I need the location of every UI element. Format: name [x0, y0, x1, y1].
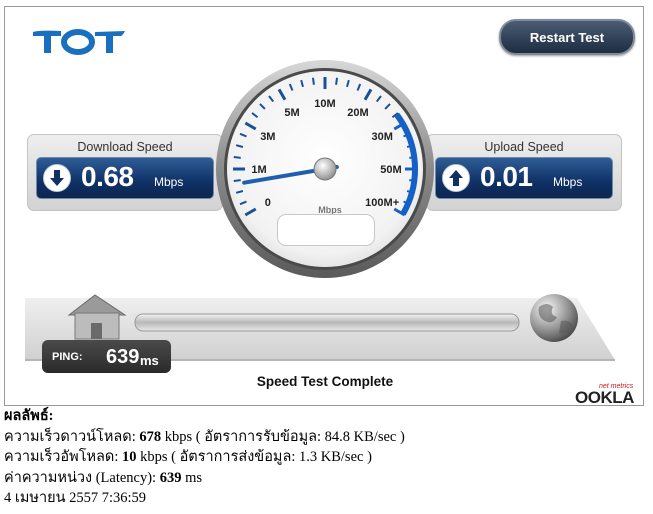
upload-speed-panel: Upload Speed 0.01 Mbps — [426, 134, 622, 211]
gauge-readout-box — [277, 214, 375, 246]
ookla-logo: net metrics OOKLA — [575, 383, 635, 405]
tot-logo — [33, 29, 125, 55]
results-latency-line: ค่าความหน่วง (Latency): 639 ms — [4, 469, 203, 486]
download-speed-readout: 0.68 Mbps — [36, 157, 214, 199]
gauge-tick — [233, 179, 241, 182]
speedtest-widget: Restart Test Download Speed 0.68 Mbps Up… — [4, 6, 644, 406]
results-download-value: 678 — [139, 428, 162, 445]
gauge-hub — [313, 157, 337, 181]
results-timestamp: 4 เมษายน 2557 7:36:59 — [4, 490, 147, 506]
gauge-label: 100M+ — [365, 197, 399, 209]
ping-unit: ms — [140, 353, 159, 368]
upload-speed-unit: Mbps — [553, 175, 583, 189]
ookla-wordmark: OOKLA — [575, 388, 634, 405]
ping-readout: PING: 639 ms — [42, 340, 171, 373]
download-speed-unit: Mbps — [154, 175, 184, 189]
restart-test-button[interactable]: Restart Test — [499, 19, 635, 55]
arrow-down-icon — [43, 164, 71, 192]
download-speed-value: 0.68 — [81, 161, 134, 192]
gauge-label: 3M — [260, 131, 275, 143]
globe-icon — [530, 294, 578, 342]
results-latency-value: 639 — [159, 469, 182, 486]
gauge-label: 10M — [314, 98, 335, 110]
gauge-label: 20M — [347, 107, 368, 119]
download-speed-title: Download Speed — [77, 140, 173, 154]
results-summary: ผลลัพธ์: ความเร็วดาวน์โหลด: 678 kbps ( อ… — [4, 406, 405, 509]
results-download-line: ความเร็วดาวน์โหลด: 678 kbps ( อัตราการรั… — [4, 428, 405, 445]
upload-speed-value: 0.01 — [480, 161, 533, 192]
gauge-label: 5M — [284, 107, 299, 119]
home-icon — [67, 294, 127, 340]
gauge-label: 0 — [265, 197, 271, 209]
gauge-label: 50M — [380, 164, 401, 176]
results-upload-value: 10 — [122, 449, 137, 465]
gauge-label: 1M — [251, 164, 266, 176]
results-heading: ผลลัพธ์: — [4, 408, 54, 424]
gauge-label: 30M — [371, 131, 392, 143]
upload-speed-title: Upload Speed — [484, 140, 564, 154]
status-text: Speed Test Complete — [256, 374, 394, 389]
gauge-tick — [312, 77, 315, 85]
results-upload-line: ความเร็วอัพโหลด: 10 kbps ( อัตราการส่งข้… — [4, 449, 372, 465]
gauge-tick — [335, 77, 338, 85]
ping-value: 639 — [106, 346, 140, 368]
ping-label: PING: — [52, 351, 83, 363]
speed-gauge: 01M3M5M10M20M30M50M100M+ Mbps — [216, 60, 434, 278]
gauge-tick — [233, 156, 241, 159]
upload-speed-readout: 0.01 Mbps — [435, 157, 613, 199]
download-speed-panel: Download Speed 0.68 Mbps — [27, 134, 223, 211]
arrow-up-icon — [442, 164, 470, 192]
